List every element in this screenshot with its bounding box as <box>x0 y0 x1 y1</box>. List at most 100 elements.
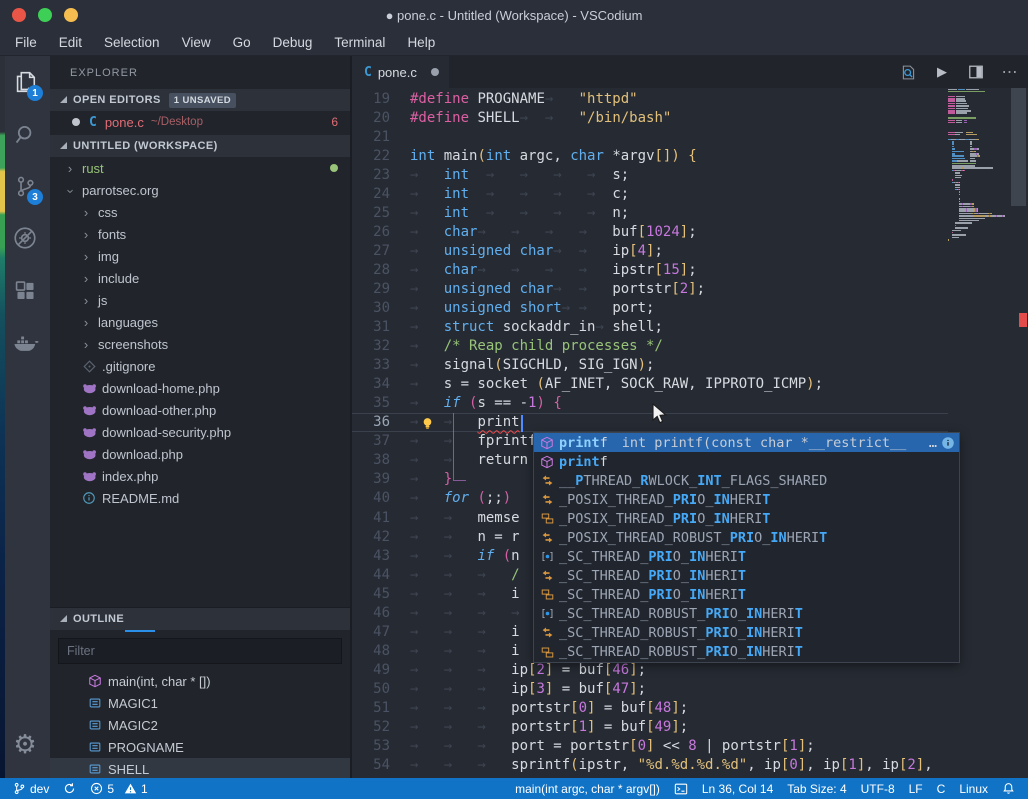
encoding[interactable]: UTF-8 <box>854 778 902 799</box>
terminal-button[interactable] <box>667 778 695 799</box>
workspace-header[interactable]: UNTITLED (WORKSPACE) <box>50 135 350 157</box>
activity-source-control[interactable]: 3 <box>0 160 50 212</box>
outline-item-main-int-char-[interactable]: main(int, char * []) <box>50 670 350 692</box>
cursor-position[interactable]: Ln 36, Col 14 <box>695 778 780 799</box>
tab-pone-c[interactable]: C pone.c <box>352 56 449 88</box>
suggest-item-8[interactable]: _SC_THREAD_PRIO_INHERIT <box>534 585 959 604</box>
outline-header[interactable]: OUTLINE <box>50 608 350 630</box>
tree-item-fonts[interactable]: › fonts <box>50 223 350 245</box>
problems-indicator[interactable]: 51 <box>83 778 154 799</box>
notifications-bell[interactable] <box>995 778 1022 799</box>
tree-item-css[interactable]: › css <box>50 201 350 223</box>
code-line-50[interactable]: 50 → → → ip[3] = buf[47]; <box>352 680 948 699</box>
window-maximize-button[interactable] <box>38 8 52 22</box>
code-line-36[interactable]: 36 → → print <box>352 413 948 432</box>
activity-extensions[interactable] <box>0 264 50 316</box>
tree-item-download-other-php[interactable]: download-other.php <box>50 399 350 421</box>
run-button[interactable]: ▶ <box>932 64 952 80</box>
activity-docker[interactable] <box>0 316 50 368</box>
menu-edit[interactable]: Edit <box>48 32 93 53</box>
suggest-item-3[interactable]: _POSIX_THREAD_PRIO_INHERIT <box>534 490 959 509</box>
tree-item-languages[interactable]: › languages <box>50 311 350 333</box>
menu-debug[interactable]: Debug <box>262 32 324 53</box>
window-close-button[interactable] <box>12 8 26 22</box>
tree-item-img[interactable]: › img <box>50 245 350 267</box>
activity-explorer[interactable]: 1 <box>0 56 50 108</box>
suggest-item-5[interactable]: _POSIX_THREAD_ROBUST_PRIO_INHERIT <box>534 528 959 547</box>
open-editors-header[interactable]: OPEN EDITORS 1 UNSAVED <box>50 89 350 111</box>
eol[interactable]: LF <box>902 778 930 799</box>
outline-item-magic1[interactable]: MAGIC1 <box>50 692 350 714</box>
activity-manage[interactable]: ⚙ <box>0 718 50 770</box>
outline-item-shell[interactable]: SHELL <box>50 758 350 778</box>
code-line-51[interactable]: 51 → → → portstr[0] = buf[48]; <box>352 699 948 718</box>
outline-filter-input[interactable] <box>59 643 341 659</box>
split-editor-button[interactable] <box>966 64 986 80</box>
tree-item-js[interactable]: › js <box>50 289 350 311</box>
suggest-item-2[interactable]: __PTHREAD_RWLOCK_INT_FLAGS_SHARED <box>534 471 959 490</box>
more-actions-button[interactable]: ⋯ <box>1000 62 1020 82</box>
tree-item-download-home-php[interactable]: download-home.php <box>50 377 350 399</box>
sync-button[interactable] <box>56 778 83 799</box>
code-line-26[interactable]: 26 → char→ → → → buf[1024]; <box>352 223 948 242</box>
code-line-30[interactable]: 30 → unsigned short→ → port; <box>352 299 948 318</box>
outline-item-progname[interactable]: PROGNAME <box>50 736 350 758</box>
code-line-33[interactable]: 33 → signal(SIGCHLD, SIG_IGN); <box>352 356 948 375</box>
code-line-20[interactable]: 20 #define SHELL→ → "/bin/bash" <box>352 109 948 128</box>
dirty-indicator-icon[interactable] <box>430 68 439 76</box>
code-line-34[interactable]: 34 → s = socket (AF_INET, SOCK_RAW, IPPRO… <box>352 375 948 394</box>
code-line-52[interactable]: 52 → → → portstr[1] = buf[49]; <box>352 718 948 737</box>
menu-terminal[interactable]: Terminal <box>323 32 396 53</box>
menu-view[interactable]: View <box>171 32 222 53</box>
open-changes-button[interactable] <box>898 64 918 81</box>
suggest-item-1[interactable]: printf <box>534 452 959 471</box>
remote-os[interactable]: Linux <box>952 778 995 799</box>
window-minimize-button[interactable] <box>64 8 78 22</box>
tree-item-parrotsec-org[interactable]: › parrotsec.org <box>50 179 350 201</box>
symbol-context[interactable]: main(int argc, char * argv[]) <box>508 778 667 799</box>
outline-item-magic2[interactable]: MAGIC2 <box>50 714 350 736</box>
code-line-19[interactable]: 19 #define PROGNAME→ "httpd" <box>352 90 948 109</box>
tree-item-include[interactable]: › include <box>50 267 350 289</box>
branch-indicator[interactable]: dev <box>6 778 56 799</box>
indentation[interactable]: Tab Size: 4 <box>780 778 853 799</box>
lightbulb-icon[interactable] <box>420 416 435 431</box>
info-circle-icon[interactable] <box>941 436 955 450</box>
code-line-32[interactable]: 32 → /* Reap child processes */ <box>352 337 948 356</box>
menu-go[interactable]: Go <box>222 32 262 53</box>
suggest-item-11[interactable]: _SC_THREAD_ROBUST_PRIO_INHERIT <box>534 643 959 662</box>
code-line-21[interactable]: 21 <box>352 128 948 147</box>
suggest-item-10[interactable]: _SC_THREAD_ROBUST_PRIO_INHERIT <box>534 623 959 642</box>
suggest-item-7[interactable]: _SC_THREAD_PRIO_INHERIT <box>534 566 959 585</box>
suggest-item-0[interactable]: printf int printf(const char *__restrict_… <box>534 433 959 453</box>
open-editor-pone.c[interactable]: Cpone.c ~/Desktop 6 <box>50 111 350 133</box>
tree-item--gitignore[interactable]: .gitignore <box>50 355 350 377</box>
suggest-item-9[interactable]: _SC_THREAD_ROBUST_PRIO_INHERIT <box>534 604 959 623</box>
code-line-23[interactable]: 23 → int → → → → s; <box>352 166 948 185</box>
code-line-29[interactable]: 29 → unsigned char→ → portstr[2]; <box>352 280 948 299</box>
code-line-27[interactable]: 27 → unsigned char→ → ip[4]; <box>352 242 948 261</box>
activity-search[interactable] <box>0 108 50 160</box>
code-line-49[interactable]: 49 → → → ip[2] = buf[46]; <box>352 661 948 680</box>
activity-debug[interactable] <box>0 212 50 264</box>
code-line-22[interactable]: 22 int main(int argc, char *argv[]) { <box>352 147 948 166</box>
code-line-25[interactable]: 25 → int → → → → n; <box>352 204 948 223</box>
code-line-31[interactable]: 31 → struct sockaddr_in→ shell; <box>352 318 948 337</box>
suggest-item-6[interactable]: _SC_THREAD_PRIO_INHERIT <box>534 547 959 566</box>
language-mode[interactable]: C <box>930 778 953 799</box>
menu-selection[interactable]: Selection <box>93 32 171 53</box>
suggest-item-4[interactable]: _POSIX_THREAD_PRIO_INHERIT <box>534 509 959 528</box>
menu-help[interactable]: Help <box>396 32 446 53</box>
code-line-24[interactable]: 24 → int → → → → c; <box>352 185 948 204</box>
tree-item-readme-md[interactable]: README.md <box>50 487 350 509</box>
code-line-54[interactable]: 54 → → → sprintf(ipstr, "%d.%d.%d.%d", ip… <box>352 756 948 775</box>
menu-file[interactable]: File <box>4 32 48 53</box>
tree-item-index-php[interactable]: index.php <box>50 465 350 487</box>
tree-item-download-security-php[interactable]: download-security.php <box>50 421 350 443</box>
tree-item-download-php[interactable]: download.php <box>50 443 350 465</box>
scrollbar-thumb[interactable] <box>1011 88 1026 206</box>
code-line-53[interactable]: 53 → → → port = portstr[0] << 8 | portstr… <box>352 737 948 756</box>
code-line-28[interactable]: 28 → char→ → → → ipstr[15]; <box>352 261 948 280</box>
code-line-35[interactable]: 35 → if (s == -1) { <box>352 394 948 413</box>
tree-item-rust[interactable]: › rust <box>50 157 350 179</box>
